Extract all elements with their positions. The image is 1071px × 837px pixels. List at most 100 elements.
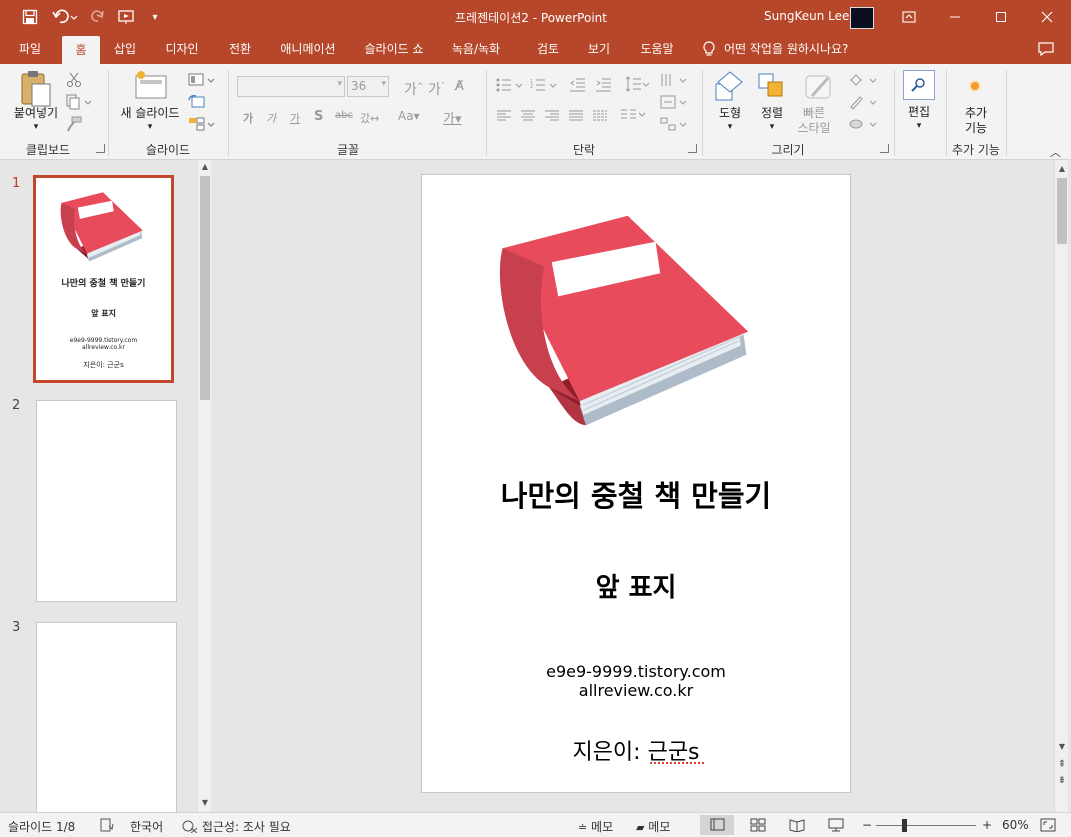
tab-view[interactable]: 보기 <box>580 34 618 64</box>
shadow-icon[interactable]: S <box>314 109 323 124</box>
character-spacing-icon[interactable]: 갔↔ <box>360 110 379 126</box>
redo-icon[interactable] <box>88 7 108 27</box>
editing-icon[interactable] <box>903 70 935 100</box>
slide-sorter-icon[interactable] <box>750 818 766 835</box>
scroll-up-icon[interactable]: ▲ <box>198 160 212 174</box>
tab-review[interactable]: 검토 <box>528 34 568 64</box>
increase-font-size-icon[interactable]: 가^ <box>404 79 424 99</box>
underline-icon[interactable]: 가 <box>290 110 300 126</box>
previous-slide-icon[interactable]: ⇞ <box>1055 758 1069 772</box>
quick-styles-button[interactable]: 스타일 <box>792 121 836 136</box>
tab-slide-show[interactable]: 슬라이드 쇼 <box>356 34 432 64</box>
italic-icon[interactable]: 가 <box>266 110 276 126</box>
arrange-button[interactable]: 정렬 <box>752 106 792 121</box>
section-icon[interactable] <box>188 116 216 135</box>
font-color-icon[interactable]: 가▾ <box>443 108 462 127</box>
slide-url2[interactable]: allreview.co.kr <box>422 681 850 700</box>
tab-file[interactable]: 파일 <box>8 34 52 64</box>
slide-thumbnail-3[interactable] <box>36 622 177 822</box>
normal-view-icon[interactable] <box>700 815 734 835</box>
clipboard-launcher-icon[interactable] <box>96 144 105 153</box>
add-ins-button[interactable]: 기능 <box>952 121 1000 136</box>
comments-button[interactable]: ▰ 메모 <box>636 818 670 835</box>
scroll-up-icon[interactable]: ▲ <box>1055 162 1069 176</box>
scroll-down-icon[interactable]: ▼ <box>1055 740 1069 754</box>
maximize-icon[interactable] <box>991 7 1011 27</box>
slide-thumbnail-2[interactable] <box>36 400 177 602</box>
clear-formatting-icon[interactable]: A̸ <box>455 79 464 94</box>
cut-icon[interactable] <box>66 72 82 91</box>
fit-to-window-icon[interactable] <box>1040 818 1056 835</box>
shapes-icon[interactable] <box>714 70 746 107</box>
paragraph-launcher-icon[interactable] <box>688 144 697 153</box>
tab-record[interactable]: 녹음/녹화 <box>444 34 508 64</box>
scrollbar-thumb[interactable] <box>200 176 210 400</box>
decrease-font-size-icon[interactable]: 가ˇ <box>428 79 445 99</box>
bullets-icon[interactable] <box>496 78 524 95</box>
align-right-icon[interactable] <box>544 110 560 125</box>
change-case-icon[interactable]: Aa▾ <box>398 109 420 123</box>
arrange-dropdown-icon[interactable]: ▾ <box>752 120 792 135</box>
zoom-level[interactable]: 60% <box>1002 818 1029 832</box>
slide-scrollbar[interactable]: ▲ ▼ ⇞ ⇟ <box>1054 160 1068 812</box>
increase-indent-icon[interactable] <box>596 78 612 95</box>
customize-toolbar-icon[interactable]: ▾ <box>148 7 162 27</box>
zoom-slider[interactable] <box>876 825 976 826</box>
add-ins-icon[interactable] <box>966 78 986 97</box>
tab-animations[interactable]: 애니메이션 <box>272 34 344 64</box>
undo-icon[interactable] <box>50 7 80 27</box>
strikethrough-icon[interactable]: abc <box>335 110 353 121</box>
slide-author[interactable]: 지은이: 근군s <box>422 734 850 766</box>
avatar[interactable] <box>850 7 874 29</box>
save-icon[interactable] <box>20 7 40 27</box>
font-name-dropdown[interactable]: ▾ <box>237 76 345 97</box>
distributed-icon[interactable] <box>592 110 608 125</box>
editing-button[interactable]: 편집 <box>899 105 939 120</box>
layout-icon[interactable] <box>188 72 216 91</box>
line-spacing-icon[interactable] <box>624 76 650 95</box>
align-left-icon[interactable] <box>496 110 512 125</box>
paste-button[interactable]: 붙여넣기 <box>8 106 64 121</box>
tab-insert[interactable]: 삽입 <box>106 34 144 64</box>
tell-me-search[interactable]: 어떤 작업을 원하시나요? <box>702 34 848 64</box>
accessibility-status[interactable]: 접근성: 조사 필요 <box>182 818 291 835</box>
new-slide-dropdown-icon[interactable]: ▾ <box>114 120 186 135</box>
language-indicator[interactable]: 한국어 <box>130 818 163 835</box>
editing-dropdown-icon[interactable]: ▾ <box>899 119 939 134</box>
spelling-check-icon[interactable] <box>100 818 114 835</box>
slide-title[interactable]: 나만의 중철 책 만들기 <box>422 473 850 515</box>
start-from-beginning-icon[interactable] <box>116 7 142 27</box>
tab-transitions[interactable]: 전환 <box>220 34 260 64</box>
shapes-dropdown-icon[interactable]: ▾ <box>710 120 750 135</box>
minimize-icon[interactable] <box>945 7 965 27</box>
reset-icon[interactable] <box>188 94 206 113</box>
zoom-in-icon[interactable]: + <box>982 818 992 832</box>
quick-styles-icon[interactable] <box>802 70 836 107</box>
align-center-icon[interactable] <box>520 110 536 125</box>
slide-url1[interactable]: e9e9-9999.tistory.com <box>422 662 850 681</box>
format-painter-icon[interactable] <box>66 116 82 135</box>
comments-icon[interactable] <box>1037 41 1055 60</box>
shape-outline-icon[interactable] <box>848 94 878 113</box>
slide-thumbnail-1[interactable]: 나만의 중철 책 만들기 앞 표지 e9e9-9999.tistory.com … <box>33 175 174 383</box>
next-slide-icon[interactable]: ⇟ <box>1055 774 1069 788</box>
slide-canvas[interactable]: 나만의 중철 책 만들기 앞 표지 e9e9-9999.tistory.com … <box>421 174 851 793</box>
scroll-down-icon[interactable]: ▼ <box>198 796 212 810</box>
close-icon[interactable] <box>1037 7 1057 27</box>
bold-icon[interactable]: 가 <box>243 110 253 126</box>
justify-icon[interactable] <box>568 110 584 125</box>
new-slide-icon[interactable] <box>134 70 168 109</box>
notes-button[interactable]: ≐ 메모 <box>578 818 613 835</box>
zoom-slider-handle[interactable] <box>902 819 907 832</box>
slide-show-icon[interactable] <box>828 818 844 835</box>
copy-icon[interactable] <box>66 94 92 113</box>
shape-fill-icon[interactable] <box>848 72 878 91</box>
slide-subtitle[interactable]: 앞 표지 <box>422 567 850 604</box>
arrange-icon[interactable] <box>756 70 786 107</box>
shape-effects-icon[interactable] <box>848 116 878 135</box>
text-direction-icon[interactable] <box>660 72 688 91</box>
thumbnail-scrollbar[interactable]: ▲ ▼ <box>197 160 211 812</box>
tab-help[interactable]: 도움말 <box>632 34 682 64</box>
columns-icon[interactable] <box>620 108 646 125</box>
decrease-indent-icon[interactable] <box>570 78 586 95</box>
